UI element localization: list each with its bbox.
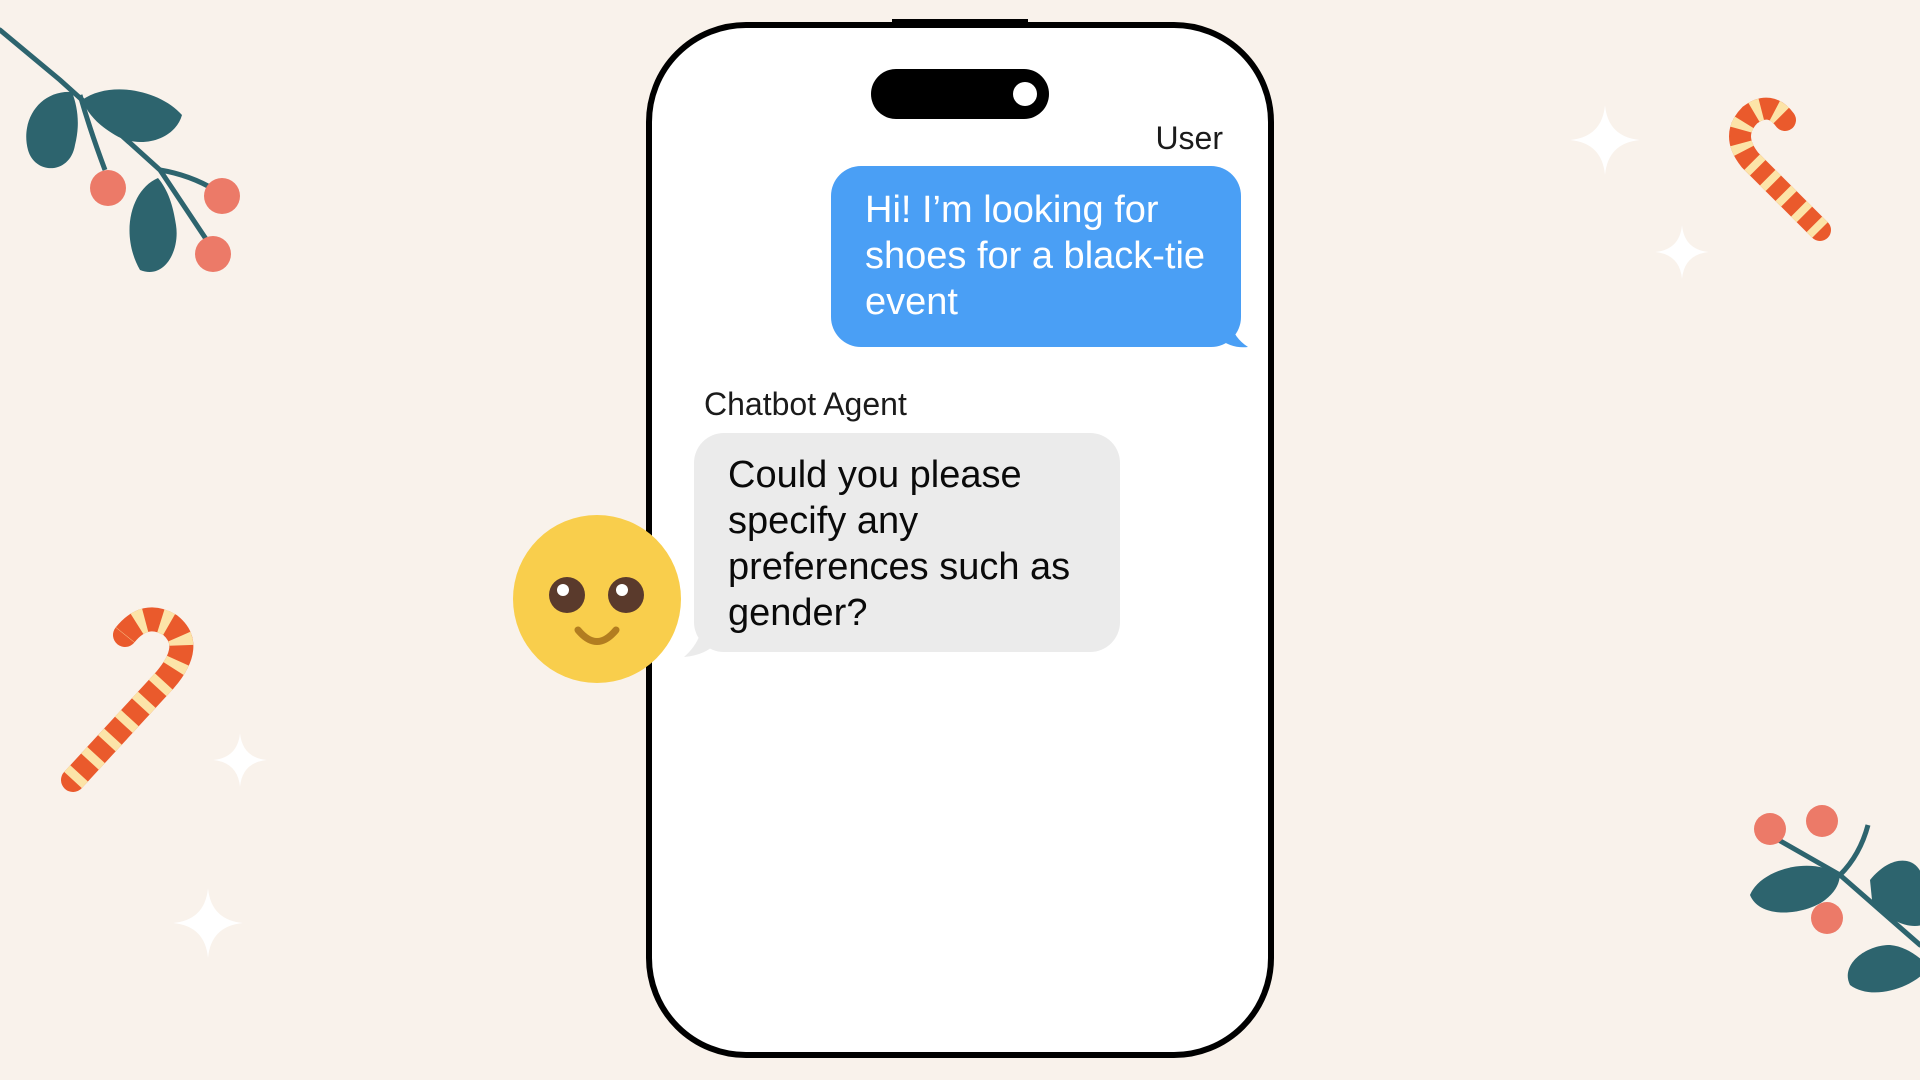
mistletoe-branch-icon [1750, 805, 1920, 993]
sparkle-icon [1655, 225, 1709, 279]
user-sender-label: User [1155, 120, 1223, 156]
camera-icon [1013, 82, 1037, 106]
candy-cane-icon [61, 607, 194, 792]
agent-sender-label: Chatbot Agent [704, 386, 907, 422]
sparkle-icon [173, 888, 243, 958]
smiley-face-icon [513, 515, 681, 683]
candy-cane-icon [1729, 97, 1831, 241]
agent-message-bubble: Could you please specify any preferences… [694, 433, 1120, 652]
user-message-bubble: Hi! I’m looking for shoes for a black-ti… [831, 166, 1241, 347]
mistletoe-branch-icon [0, 27, 240, 272]
sparkle-icon [213, 733, 267, 787]
dynamic-island [871, 69, 1049, 119]
sparkle-icon [1570, 105, 1640, 175]
